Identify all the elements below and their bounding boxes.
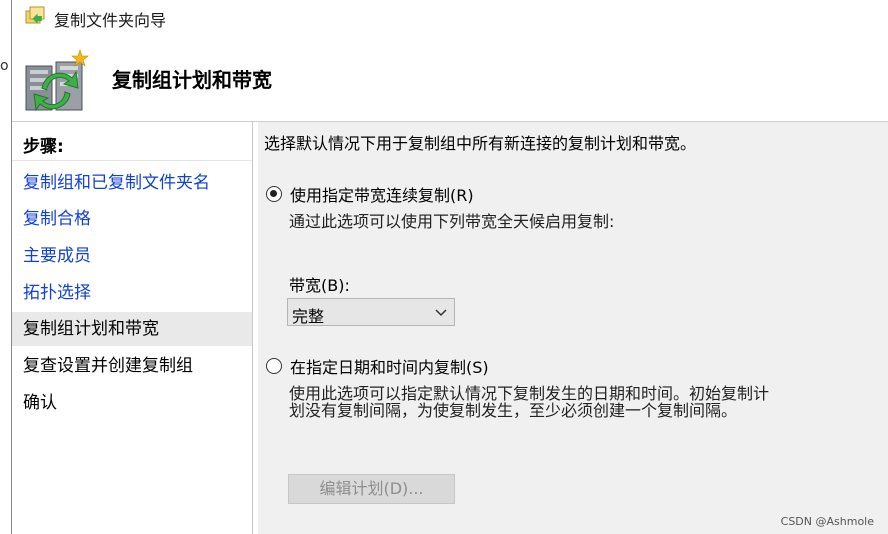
page-title: 复制组计划和带宽 — [112, 68, 272, 92]
continuous-replication-label[interactable]: 使用指定带宽连续复制(R) — [290, 182, 474, 206]
window-title: 复制文件夹向导 — [54, 11, 167, 30]
main-panel: 选择默认情况下用于复制组中所有新连接的复制计划和带宽。 使用指定带宽连续复制(R… — [258, 122, 888, 534]
step-topology-selection[interactable]: 拓扑选择 — [12, 276, 252, 310]
watermark: CSDN @Ashmole — [780, 515, 874, 528]
replication-servers-icon — [25, 49, 89, 112]
bandwidth-select[interactable]: 完整 — [287, 298, 455, 326]
background-window-text: o — [0, 58, 9, 74]
continuous-replication-radio[interactable] — [266, 186, 282, 202]
continuous-replication-option[interactable]: 使用指定带宽连续复制(R) — [266, 182, 474, 206]
steps-divider — [12, 160, 252, 161]
continuous-replication-description: 通过此选项可以使用下列带宽全天候启用复制: — [289, 212, 615, 231]
step-replication-eligibility[interactable]: 复制合格 — [12, 202, 252, 236]
bandwidth-label: 带宽(B): — [289, 276, 350, 295]
steps-heading: 步骤: — [23, 137, 64, 157]
bandwidth-value: 完整 — [292, 307, 325, 326]
step-schedule-bandwidth: 复制组计划和带宽 — [12, 312, 252, 346]
step-review-create: 复查设置并创建复制组 — [23, 356, 193, 376]
intro-text: 选择默认情况下用于复制组中所有新连接的复制计划和带宽。 — [264, 134, 697, 153]
scheduled-replication-radio[interactable] — [266, 358, 282, 374]
chevron-down-icon — [435, 309, 447, 317]
wizard-icon — [25, 6, 45, 24]
wizard-header: 复制组计划和带宽 — [12, 34, 888, 122]
edit-schedule-button[interactable]: 编辑计划(D)... — [288, 474, 455, 504]
title-bar[interactable]: 复制文件夹向导 — [12, 0, 888, 34]
steps-sidebar: 步骤: 复制组和已复制文件夹名 复制合格 主要成员 拓扑选择 复制组计划和带宽 … — [12, 122, 252, 534]
step-primary-member[interactable]: 主要成员 — [12, 239, 252, 273]
step-replication-group-name[interactable]: 复制组和已复制文件夹名 — [12, 166, 252, 200]
scheduled-replication-description-line2: 划没有复制间隔，为使复制发生，至少必须创建一个复制间隔。 — [289, 401, 738, 420]
sidebar-divider — [252, 122, 253, 534]
scheduled-replication-option[interactable]: 在指定日期和时间内复制(S) — [266, 354, 489, 378]
step-confirmation: 确认 — [23, 393, 57, 413]
scheduled-replication-label[interactable]: 在指定日期和时间内复制(S) — [290, 354, 489, 378]
